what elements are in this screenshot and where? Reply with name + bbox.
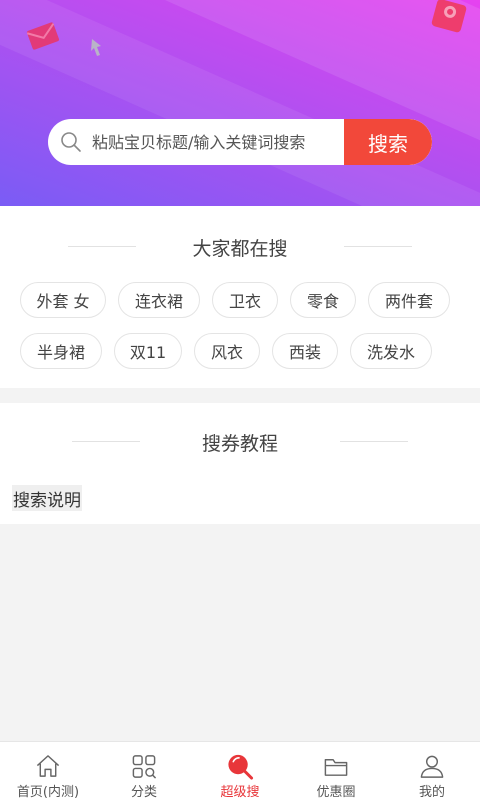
user-icon xyxy=(420,755,444,778)
tab-label: 首页(内测) xyxy=(16,785,80,800)
folder-icon xyxy=(324,759,348,776)
tab-deals[interactable]: 优惠圈 xyxy=(288,742,384,800)
hot-tag[interactable]: 连衣裙 xyxy=(118,282,200,318)
red-envelope-icon xyxy=(26,22,60,50)
tab-super-search[interactable]: 超级搜 xyxy=(192,742,288,800)
super-search-icon xyxy=(228,754,254,780)
divider xyxy=(344,246,412,247)
search-bar: 搜索 xyxy=(48,119,432,165)
gift-box-icon xyxy=(431,0,467,33)
hot-tag[interactable]: 两件套 xyxy=(368,282,450,318)
tab-label: 超级搜 xyxy=(220,785,260,800)
hot-tag[interactable]: 洗发水 xyxy=(350,333,432,369)
category-grid-icon xyxy=(132,755,157,779)
search-button[interactable]: 搜索 xyxy=(344,119,432,165)
tab-label: 我的 xyxy=(418,785,445,800)
section-title: 大家都在搜 xyxy=(192,238,288,260)
hot-tag[interactable]: 卫衣 xyxy=(212,282,278,318)
hot-tag[interactable]: 风衣 xyxy=(194,333,260,369)
section-title: 搜券教程 xyxy=(201,433,278,455)
hot-searches-section: 大家都在搜 外套 女 连衣裙 卫衣 零食 两件套 半身裙 双11 风衣 西装 洗… xyxy=(0,206,480,388)
hot-tag[interactable]: 零食 xyxy=(290,282,356,318)
tab-home[interactable]: 首页(内测) xyxy=(0,742,96,800)
search-explain-button[interactable]: 搜索说明 xyxy=(12,485,82,511)
bottom-tab-bar: 首页(内测) 分类 超级搜 优惠圈 我的 xyxy=(0,741,480,800)
hot-tag[interactable]: 双11 xyxy=(114,333,182,369)
hot-tag[interactable]: 外套 女 xyxy=(20,282,106,318)
cursor-arrow-icon xyxy=(91,39,101,56)
divider xyxy=(340,441,408,442)
tutorial-section: 搜券教程 搜索说明 xyxy=(0,403,480,524)
home-icon xyxy=(36,755,60,777)
tab-mine[interactable]: 我的 xyxy=(384,742,480,800)
search-input[interactable] xyxy=(92,119,344,165)
tab-category[interactable]: 分类 xyxy=(96,742,192,800)
tab-label: 分类 xyxy=(130,785,157,800)
hero-banner: 搜索 xyxy=(0,0,480,206)
tab-label: 优惠圈 xyxy=(316,785,356,800)
hot-tag[interactable]: 西装 xyxy=(272,333,338,369)
hot-tag[interactable]: 半身裙 xyxy=(20,333,102,369)
search-icon xyxy=(61,132,81,152)
